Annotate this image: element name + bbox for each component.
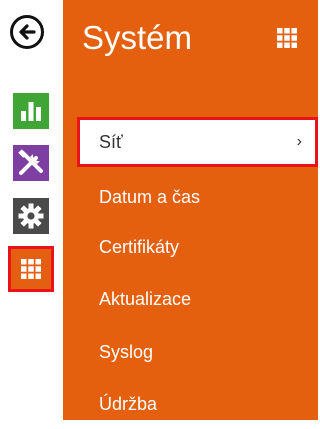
bar-chart-icon [21, 102, 41, 121]
gear-icon [18, 203, 44, 229]
grid-icon [21, 259, 41, 279]
chevron-right-icon: › [296, 133, 302, 150]
panel-title: Systém [82, 19, 193, 56]
back-arrow-icon [19, 24, 36, 40]
menu-item-certifikaty[interactable]: Certifikáty [63, 222, 318, 272]
menu-item-label: Síť [99, 131, 123, 152]
menu-item-label: Certifikáty [99, 236, 180, 257]
services-nav-button[interactable] [13, 145, 49, 181]
sidebar-rail [0, 0, 60, 420]
menu-item-label: Datum a čas [99, 186, 201, 207]
back-button[interactable] [10, 15, 44, 49]
menu-item-syslog[interactable]: Syslog [63, 327, 318, 377]
menu-item-label: Aktualizace [99, 288, 192, 309]
system-nav-button[interactable] [8, 246, 54, 292]
tools-icon [18, 149, 43, 175]
menu-item-sit[interactable]: Síť › [77, 117, 318, 167]
status-nav-button[interactable] [13, 93, 49, 129]
system-menu-panel: Systém Síť › Datum a čas Certifikáty Akt… [63, 0, 318, 420]
menu-item-udrzba[interactable]: Údržba [63, 379, 318, 429]
grid-icon [277, 28, 297, 48]
menu-item-datum-a-cas[interactable]: Datum a čas [63, 172, 318, 222]
menu-item-aktualizace[interactable]: Aktualizace [63, 274, 318, 324]
menu-item-label: Údržba [99, 393, 158, 414]
menu-item-label: Syslog [99, 341, 154, 362]
settings-nav-button[interactable] [13, 198, 49, 234]
